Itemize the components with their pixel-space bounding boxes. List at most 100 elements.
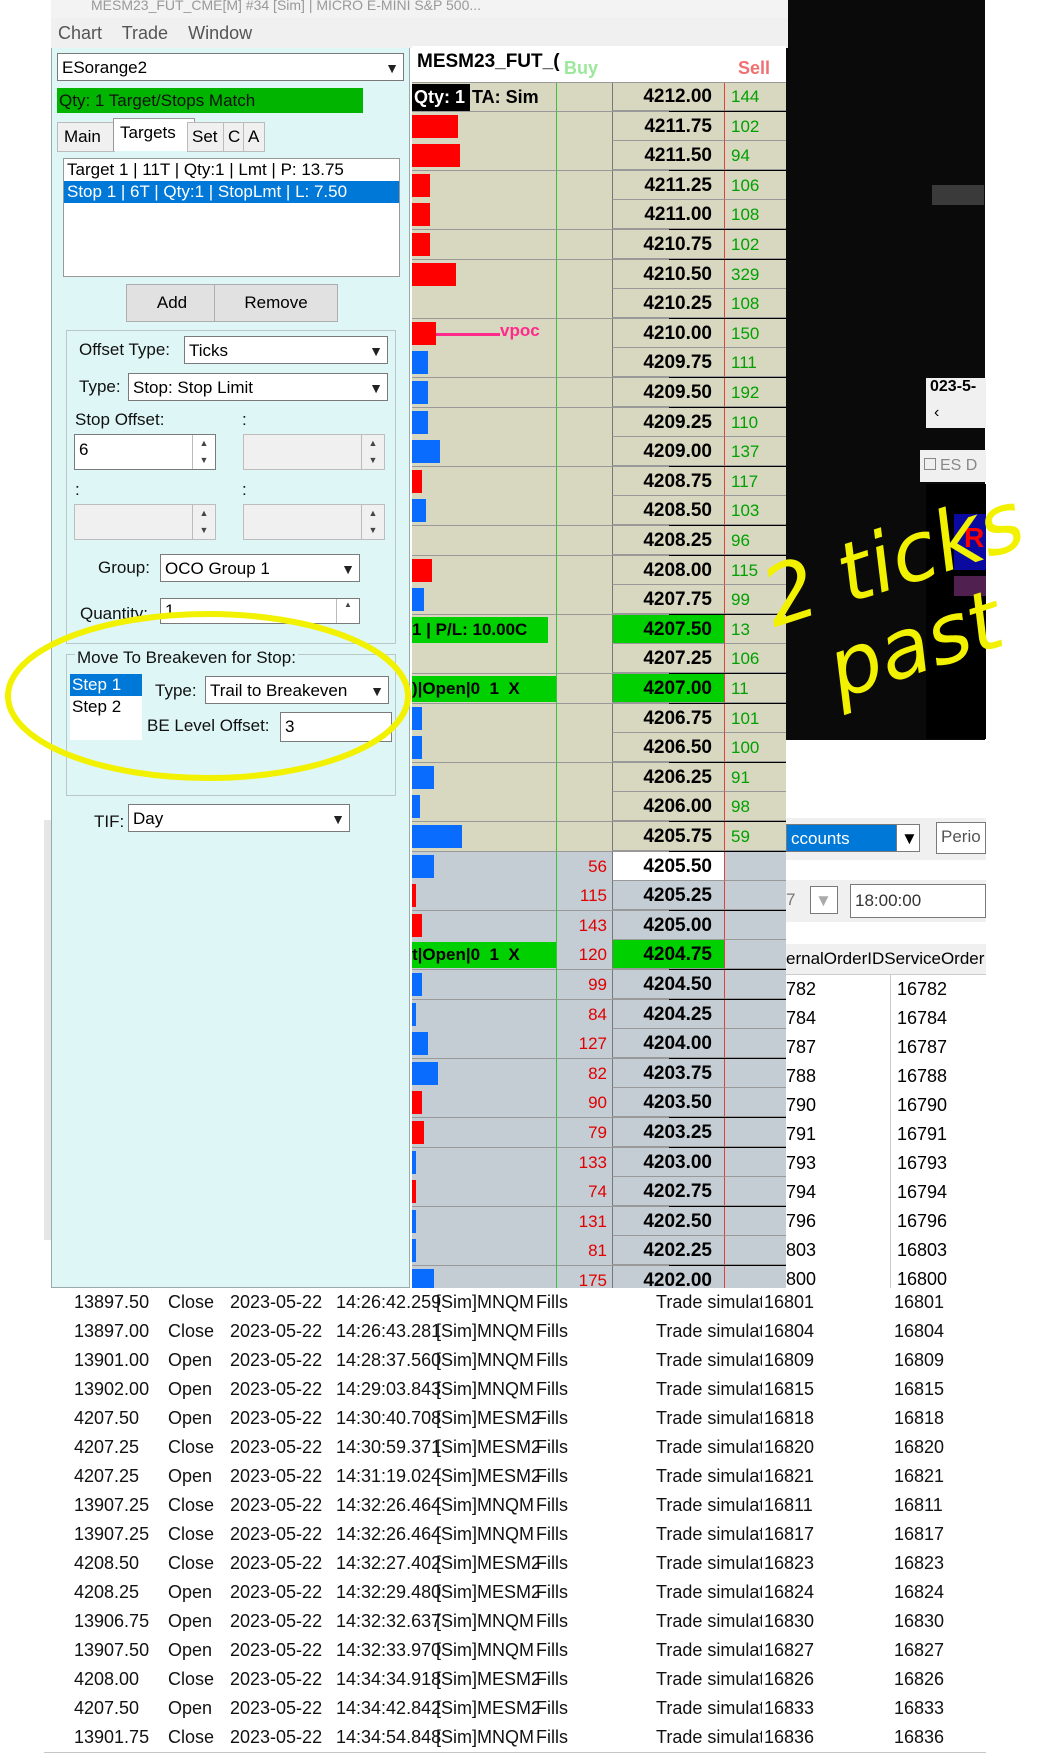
fill-row[interactable]: 4207.25 Close 2023-05-22 14:30:59.371 [Sim]M… [44,1433,986,1463]
price-cell[interactable]: 4203.25 [612,1118,724,1147]
sell-cell[interactable]: 59 [724,822,786,851]
price-cell[interactable]: 4210.50 [612,259,724,289]
ladder-row[interactable]: 74 4202.75 [412,1177,786,1208]
sell-cell[interactable]: 192 [724,378,786,407]
price-cell[interactable]: 4211.00 [612,200,724,230]
fill-row[interactable]: 13907.50 Open 2023-05-22 14:32:33.970 [Sim]M… [44,1636,986,1666]
sell-cell[interactable] [724,1177,786,1207]
offset-type-dropdown[interactable]: Ticks ▼ [184,336,388,364]
open-order-label[interactable]: )|Open|0 1 X [412,676,556,702]
fill-row[interactable]: 13902.00 Open 2023-05-22 14:29:03.843 [Sim]M… [44,1375,986,1405]
sell-cell[interactable] [724,1266,786,1288]
ladder-row[interactable]: 4208.00 115 [412,555,786,586]
order-row[interactable]: 793 16793 [786,1149,986,1179]
sell-cell[interactable]: 111 [724,348,786,378]
price-cell[interactable]: 4202.00 [612,1266,724,1288]
sell-cell[interactable]: 11 [724,674,786,703]
price-cell[interactable]: 4207.50 [612,614,724,644]
fill-row[interactable]: 4207.50 Open 2023-05-22 14:30:40.708 [Sim]ME… [44,1404,986,1434]
fill-row[interactable]: 13897.50 Close 2023-05-22 14:26:42.259 [Sim]… [44,1288,986,1318]
fill-row[interactable]: 13907.25 Close 2023-05-22 14:32:26.464 [Sim]… [44,1520,986,1550]
fill-row[interactable]: 13906.75 Open 2023-05-22 14:32:32.637 [Sim]M… [44,1607,986,1637]
ladder-row[interactable]: 4209.75 111 [412,348,786,379]
ladder-row[interactable]: 4210.25 108 [412,289,786,320]
tab-a[interactable]: A [243,122,265,152]
strategy-dropdown[interactable]: ESorange2 ▼ [57,53,404,81]
price-cell[interactable]: 4208.00 [612,555,724,585]
ladder-row[interactable]: 81 4202.25 [412,1236,786,1267]
fill-row[interactable]: 13901.75 Close 2023-05-22 14:34:54.848 [Sim]… [44,1723,986,1753]
target-item[interactable]: Target 1 | 11T | Qty:1 | Lmt | P: 13.75 [64,159,399,181]
ladder-row[interactable]: 115 4205.25 [412,881,786,912]
order-row[interactable]: 784 16784 [786,1004,986,1034]
price-cell[interactable]: 4210.25 [612,289,724,319]
sell-cell[interactable]: 98 [724,792,786,822]
ladder-row[interactable]: 143 4205.00 [412,910,786,941]
ladder-row[interactable]: 127 4204.00 [412,1029,786,1060]
ladder-row[interactable]: 133 4203.00 [412,1147,786,1178]
time-field[interactable]: 18:00:00 [850,884,986,918]
price-cell[interactable]: 4205.75 [612,822,724,851]
order-row[interactable]: 788 16788 [786,1062,986,1092]
price-cell[interactable]: 4208.50 [612,496,724,526]
chevron-down-icon[interactable]: ▼ [896,824,920,852]
fill-row[interactable]: 4208.50 Close 2023-05-22 14:32:27.402 [Sim]M… [44,1549,986,1579]
sell-cell[interactable]: 108 [724,289,786,319]
sell-cell[interactable]: 108 [724,200,786,230]
price-cell[interactable]: 4211.50 [612,141,724,171]
type-dropdown[interactable]: Stop: Stop Limit ▼ [128,373,388,401]
tif-dropdown[interactable]: Day ▼ [128,804,350,832]
sell-cell[interactable]: 102 [724,111,786,141]
fill-row[interactable]: 4208.25 Open 2023-05-22 14:32:29.480 [Sim]ME… [44,1578,986,1608]
ladder-row[interactable]: 4210.50 329 [412,259,786,290]
tab-c[interactable]: C [223,122,245,152]
ladder-row[interactable]: 4209.25 110 [412,407,786,438]
sell-cell[interactable] [724,1029,786,1059]
ladder-row[interactable]: 99 4204.50 [412,970,786,1000]
stepper-arrows-icon[interactable]: ▲ ▼ [192,435,215,469]
tab-targets[interactable]: Targets [113,118,195,151]
sell-cell[interactable] [724,1118,786,1147]
price-cell[interactable]: 4205.00 [612,910,724,940]
price-cell[interactable]: 4205.25 [612,881,724,911]
fill-row[interactable]: 13897.00 Close 2023-05-22 14:26:43.281 [Sim]… [44,1317,986,1347]
ladder-row[interactable]: 4209.50 192 [412,378,786,408]
sell-cell[interactable] [724,881,786,911]
sell-cell[interactable] [724,851,786,881]
order-row[interactable]: 782 16782 [786,975,986,1005]
order-row[interactable]: 803 16803 [786,1236,986,1266]
ladder-row[interactable]: 4206.75 101 [412,703,786,734]
price-cell[interactable]: 4207.25 [612,644,724,674]
price-cell[interactable]: 4209.25 [612,407,724,437]
price-cell[interactable]: 4206.25 [612,762,724,792]
sell-cell[interactable]: 137 [724,437,786,467]
sell-cell[interactable]: 110 [724,407,786,437]
menu-window[interactable]: Window [188,23,252,43]
ladder-row[interactable]: 4206.25 91 [412,762,786,793]
price-cell[interactable]: 4209.00 [612,437,724,467]
sell-cell[interactable]: 150 [724,318,786,348]
ladder-row[interactable]: 4207.25 106 [412,644,786,675]
fill-row[interactable]: 4207.50 Open 2023-05-22 14:34:42.842 [Sim]ME… [44,1694,986,1724]
remove-button[interactable]: Remove [214,284,338,322]
ladder-row[interactable]: 4211.00 108 [412,200,786,231]
price-cell[interactable]: 4207.00 [612,674,724,703]
open-order-label[interactable]: t|Open|0 1 X [412,942,556,969]
price-cell[interactable]: 4208.75 [612,466,724,496]
order-row[interactable]: 787 16787 [786,1033,986,1063]
period-field[interactable]: Perio [936,822,986,854]
fill-row[interactable]: 13907.25 Close 2023-05-22 14:32:26.464 [Sim]… [44,1491,986,1521]
ladder-row[interactable]: 4211.50 94 [412,141,786,172]
price-cell[interactable]: 4209.50 [612,378,724,407]
fill-row[interactable]: 4208.00 Close 2023-05-22 14:34:34.918 [Sim]M… [44,1665,986,1695]
sell-cell[interactable] [724,940,786,970]
sell-cell[interactable] [724,1058,786,1088]
chevron-down-icon[interactable]: ▼ [810,886,838,914]
ladder-row[interactable]: 56 4205.50 [412,851,786,882]
add-button[interactable]: Add [126,284,218,322]
price-cell[interactable]: 4206.00 [612,792,724,822]
price-cell[interactable]: 4211.75 [612,111,724,141]
price-cell[interactable]: 4204.75 [612,940,724,970]
ladder-row[interactable]: 4206.00 98 [412,792,786,823]
fill-row[interactable]: 13901.00 Open 2023-05-22 14:28:37.560 [Sim]M… [44,1346,986,1376]
